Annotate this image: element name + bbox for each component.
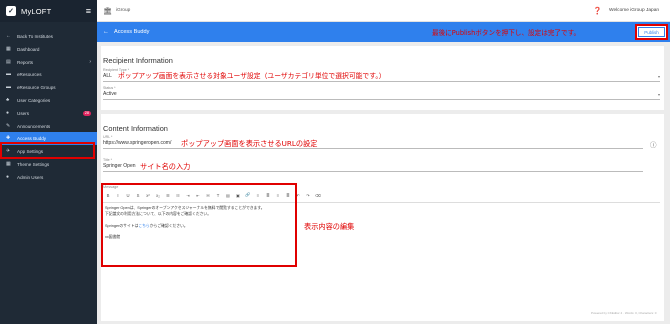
sidebar-item-reports[interactable]: ▤ Reports › bbox=[0, 56, 97, 69]
sidebar-item-label: eResource Groups bbox=[17, 84, 56, 90]
editor-tool-button[interactable]: ⌫ bbox=[313, 193, 323, 198]
users-count-badge: 28 bbox=[82, 110, 91, 117]
editor-status-bar: Powered by CKEditor 4 · Words: 0, Charac… bbox=[591, 311, 657, 315]
arrow-left-icon: ← bbox=[6, 33, 11, 40]
myloft-logo-icon: ✓ bbox=[6, 6, 16, 16]
sidebar-item-label: Back To Institutes bbox=[17, 33, 53, 39]
menu-icon[interactable]: ≡ bbox=[86, 6, 91, 16]
sidebar-item-label: Dashboard bbox=[17, 46, 40, 52]
content-heading: Content Information bbox=[103, 124, 168, 133]
theme-settings-icon: ▦ bbox=[6, 161, 11, 168]
group-selector[interactable]: iGroup bbox=[116, 8, 130, 13]
publish-annotation: 最後にPublishボタンを押下し、設定は完了です。 bbox=[432, 29, 581, 37]
sidebar-item-label: eResources bbox=[17, 71, 42, 77]
sidebar-item-theme-settings[interactable]: ▦ Theme Settings bbox=[0, 158, 97, 171]
brand-name: MyLOFT bbox=[21, 6, 52, 16]
page-title: Access Buddy bbox=[114, 29, 150, 35]
institution-icon: 🏛 bbox=[103, 7, 112, 15]
sidebar: ✓ MyLOFT ≡ ← Back To Institutes ▦ Dashboard… bbox=[0, 0, 97, 324]
sidebar-item-back-to-institutes[interactable]: ← Back To Institutes bbox=[0, 30, 97, 43]
sidebar-item-admin-users[interactable]: ● Admin Users bbox=[0, 171, 97, 184]
back-arrow-icon[interactable]: ← bbox=[103, 29, 109, 35]
info-icon[interactable]: ⓘ bbox=[650, 139, 657, 149]
sidebar-item-label: Users bbox=[17, 110, 29, 116]
publish-button[interactable]: Publish bbox=[638, 27, 665, 37]
welcome-user-menu[interactable]: Welcome iGroup Japan bbox=[609, 8, 659, 13]
chevron-right-icon: › bbox=[89, 59, 91, 66]
status-label: Status * bbox=[103, 86, 116, 90]
sidebar-item-announcements[interactable]: ✎ Announcements bbox=[0, 120, 97, 133]
sidebar-item-eresource-groups[interactable]: ▬ eResource Groups bbox=[0, 81, 97, 94]
editor-tool-button[interactable]: ↷ bbox=[303, 193, 313, 198]
sidebar-item-label: Theme Settings bbox=[17, 161, 50, 167]
chevron-down-icon: ▾ bbox=[657, 74, 660, 79]
chevron-down-icon: ▾ bbox=[657, 92, 660, 97]
announcements-icon: ✎ bbox=[6, 123, 11, 130]
eresource-groups-icon: ▬ bbox=[6, 84, 11, 91]
topbar: 🏛 iGroup ❓ Welcome iGroup Japan bbox=[97, 0, 670, 22]
access-buddy-highlight bbox=[0, 142, 95, 159]
users-icon: ● bbox=[6, 110, 10, 117]
sidebar-item-label: Access Buddy bbox=[17, 135, 47, 141]
reports-icon: ▤ bbox=[6, 59, 11, 66]
access-buddy-icon: ✚ bbox=[6, 135, 11, 142]
status-value: Active bbox=[103, 91, 117, 97]
sidebar-item-label: Admin Users bbox=[17, 174, 44, 180]
recipient-heading: Recipient Information bbox=[103, 56, 173, 65]
sidebar-item-label: User Categories bbox=[17, 97, 51, 103]
eresources-icon: ▬ bbox=[6, 71, 11, 78]
brand: ✓ MyLOFT ≡ bbox=[0, 0, 97, 22]
sidebar-item-user-categories[interactable]: ♣ User Categories bbox=[0, 94, 97, 107]
message-annotation: 表示内容の編集 bbox=[304, 222, 355, 231]
sidebar-item-label: Reports bbox=[17, 59, 34, 65]
page-header: ← Access Buddy bbox=[97, 22, 670, 42]
dashboard-icon: ▦ bbox=[6, 46, 11, 53]
help-icon[interactable]: ❓ bbox=[593, 7, 602, 15]
sidebar-item-eresources[interactable]: ▬ eResources bbox=[0, 68, 97, 81]
user-categories-icon: ♣ bbox=[6, 97, 10, 104]
message-highlight bbox=[101, 183, 297, 267]
status-select[interactable]: Status * Active ▾ bbox=[103, 86, 660, 100]
sidebar-item-dashboard[interactable]: ▦ Dashboard bbox=[0, 43, 97, 56]
sidebar-item-label: Announcements bbox=[17, 123, 51, 129]
url-annotation: ポップアップ画面を表示させるURLの設定 bbox=[181, 139, 318, 148]
sidebar-item-users[interactable]: ● Users 28 bbox=[0, 107, 97, 120]
title-annotation: サイト名の入力 bbox=[140, 162, 191, 171]
recipient-annotation: ポップアップ画面を表示させる対象ユーザ設定（ユーザカテゴリ単位で選択可能です。） bbox=[118, 72, 386, 80]
admin-users-icon: ● bbox=[6, 174, 10, 181]
